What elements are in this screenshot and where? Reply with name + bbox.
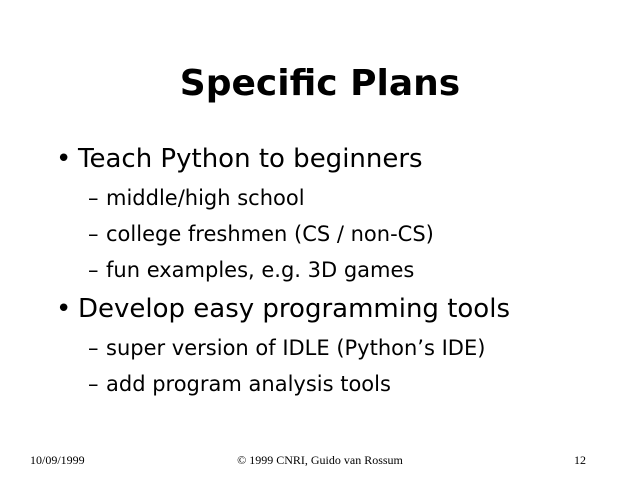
bullet-marker: • bbox=[56, 294, 72, 324]
sub-bullet-item: – fun examples, e.g. 3D games bbox=[88, 256, 414, 284]
sub-bullet-marker: – bbox=[88, 186, 99, 210]
sub-bullet-text: college freshmen (CS / non-CS) bbox=[106, 222, 434, 246]
sub-bullet-item: – add program analysis tools bbox=[88, 370, 391, 398]
sub-bullet-marker: – bbox=[88, 336, 99, 360]
bullet-text: Teach Python to beginners bbox=[78, 144, 423, 174]
sub-bullet-text: fun examples, e.g. 3D games bbox=[106, 258, 415, 282]
bullet-text: Develop easy programming tools bbox=[78, 294, 510, 324]
sub-bullet-marker: – bbox=[88, 258, 99, 282]
sub-bullet-text: add program analysis tools bbox=[106, 372, 391, 396]
sub-bullet-item: – super version of IDLE (Python’s IDE) bbox=[88, 334, 485, 362]
footer-copyright: © 1999 CNRI, Guido van Rossum bbox=[237, 453, 403, 467]
slide-footer: 10/09/1999 © 1999 CNRI, Guido van Rossum… bbox=[0, 450, 640, 470]
page-number: 12 bbox=[574, 453, 586, 467]
bullet-list: • Teach Python to beginners – middle/high… bbox=[0, 0, 640, 420]
bullet-marker: • bbox=[56, 144, 72, 174]
slide: Specific Plans • Teach Python to beginne… bbox=[0, 0, 640, 480]
sub-bullet-marker: – bbox=[88, 372, 99, 396]
sub-bullet-item: – middle/high school bbox=[88, 184, 305, 212]
sub-bullet-text: middle/high school bbox=[106, 186, 305, 210]
sub-bullet-marker: – bbox=[88, 222, 99, 246]
sub-bullet-item: – college freshmen (CS / non-CS) bbox=[88, 220, 434, 248]
sub-bullet-text: super version of IDLE (Python’s IDE) bbox=[106, 336, 486, 360]
